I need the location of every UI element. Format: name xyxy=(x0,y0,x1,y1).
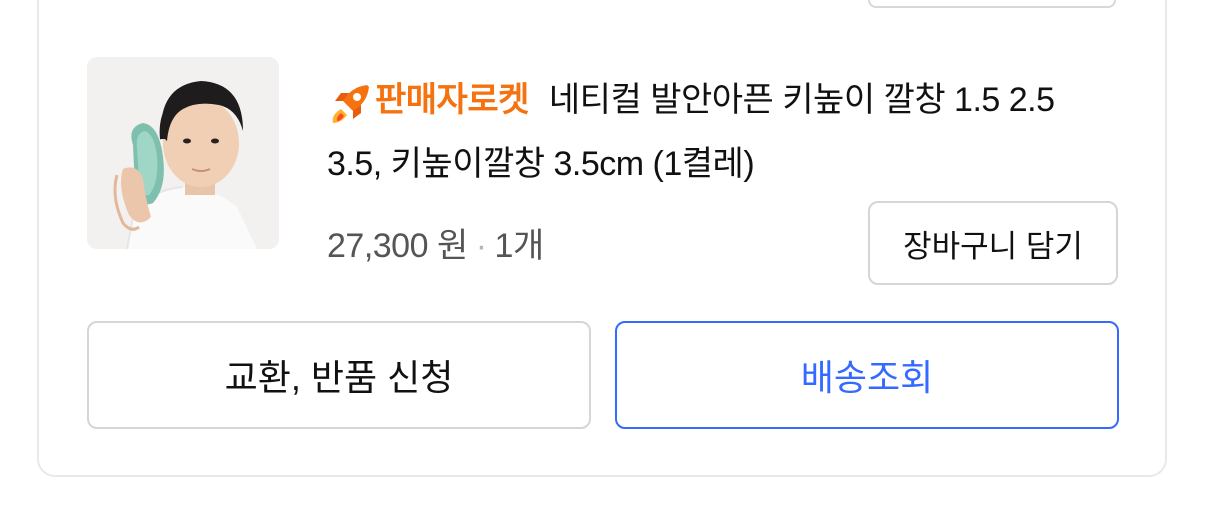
exchange-return-button[interactable]: 교환, 반품 신청 xyxy=(87,321,591,429)
rocket-icon xyxy=(327,81,373,127)
product-title-block[interactable]: 판매자로켓 네티컬 발안아픈 키높이 깔창 1.5 2.5 3.5, 키높이깔창… xyxy=(327,68,1117,196)
add-to-cart-button[interactable]: 장바구니 담기 xyxy=(868,201,1118,285)
add-to-cart-label: 장바구니 담기 xyxy=(903,228,1083,264)
product-image[interactable] xyxy=(87,57,279,249)
quantity: 1개 xyxy=(494,227,545,265)
separator-dot: · xyxy=(475,227,487,265)
badge-label: 판매자로켓 xyxy=(375,81,529,119)
price: 27,300 원 xyxy=(327,227,468,265)
product-photo xyxy=(87,57,279,249)
exchange-return-label: 교환, 반품 신청 xyxy=(224,357,454,398)
track-delivery-button[interactable]: 배송조회 xyxy=(615,321,1119,429)
seller-rocket-badge: 판매자로켓 xyxy=(327,68,529,132)
price-quantity-line: 27,300 원 · 1개 xyxy=(327,218,544,267)
previous-button-edge[interactable] xyxy=(868,0,1116,8)
track-delivery-label: 배송조회 xyxy=(800,357,934,398)
